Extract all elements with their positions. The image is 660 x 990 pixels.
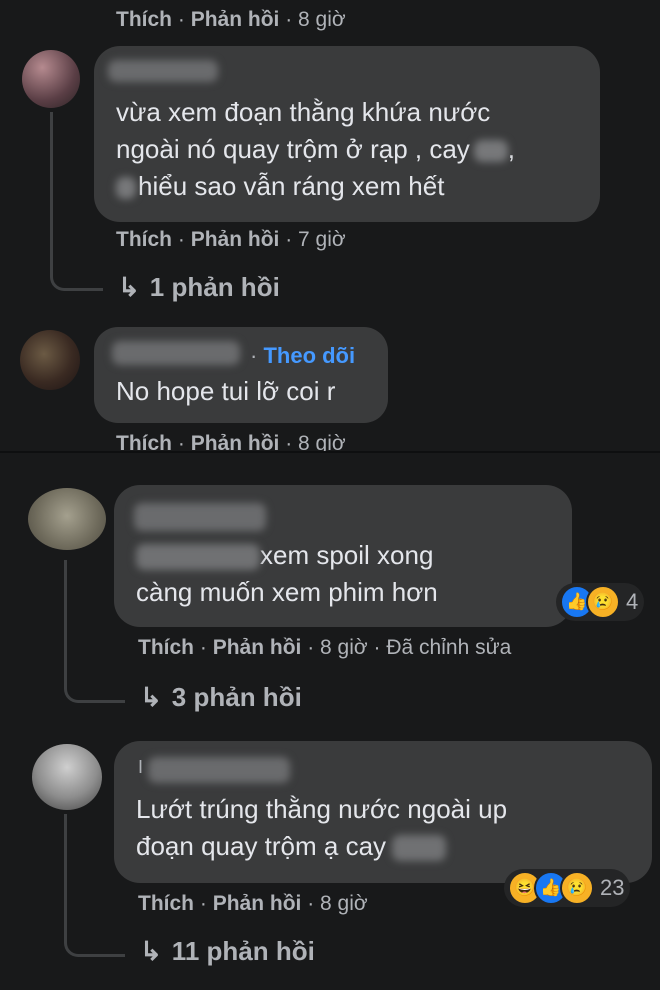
- blurred-username: [148, 757, 290, 783]
- like-link[interactable]: Thích: [138, 892, 194, 915]
- comment-text: vừa xem đoạn thằng khứa nước ngoài nó qu…: [116, 97, 516, 201]
- reaction-summary[interactable]: 👍 😢 4: [556, 583, 645, 621]
- separator-dot: ·: [307, 636, 315, 659]
- like-link[interactable]: Thích: [116, 8, 172, 31]
- reply-link[interactable]: Phản hồi: [213, 892, 302, 915]
- separator-dot: ·: [177, 8, 185, 31]
- avatar[interactable]: [22, 50, 80, 108]
- like-link[interactable]: Thích: [116, 228, 172, 251]
- blurred-username: [108, 60, 218, 82]
- comment-actions: Thích · Phản hồi · 8 giờ: [138, 892, 368, 916]
- thread-line: [64, 814, 125, 957]
- blurred-username: [134, 503, 266, 531]
- separator-dot: ·: [177, 228, 185, 251]
- avatar[interactable]: [32, 744, 102, 810]
- avatar[interactable]: [28, 488, 106, 550]
- edited-label: Đã chỉnh sửa: [386, 636, 512, 659]
- separator-dot: ·: [285, 8, 293, 31]
- separator-dot: ·: [177, 432, 185, 452]
- reaction-count: 4: [626, 589, 639, 614]
- separator-dot: ·: [199, 636, 207, 659]
- comment-actions: Thích · Phản hồi · 8 giờ: [116, 432, 346, 452]
- separator-dot: ·: [285, 228, 293, 251]
- sad-reaction-icon: 😢: [560, 871, 594, 905]
- comment-actions: Thích · Phản hồi · 7 giờ: [116, 228, 346, 252]
- view-replies-link[interactable]: ↳ 1 phản hồi: [118, 272, 280, 303]
- separator-dot: ·: [285, 432, 293, 452]
- comment-text: Lướt trúng thằng nước ngoài up đoạn quay…: [136, 794, 508, 862]
- timestamp: 8 giờ: [298, 8, 346, 31]
- comment-actions: Thích · Phản hồi · 8 giờ · Đã chỉnh sửa: [138, 636, 511, 660]
- thread-line: [50, 112, 103, 291]
- thread-line: [64, 560, 125, 703]
- like-link[interactable]: Thích: [116, 432, 172, 452]
- comment-bubble: xem spoil xong càng muốn xem phim hơn: [114, 485, 572, 627]
- reply-link[interactable]: Phản hồi: [213, 636, 302, 659]
- timestamp: 8 giờ: [320, 892, 368, 915]
- separator-dot: ·: [250, 343, 258, 368]
- comment-text: xem spoil xong càng muốn xem phim hơn: [136, 540, 438, 607]
- view-replies-link[interactable]: ↳ 3 phản hồi: [140, 682, 302, 713]
- timestamp: 7 giờ: [298, 228, 346, 251]
- reply-link[interactable]: Phản hồi: [191, 228, 280, 251]
- blurred-username: [112, 341, 240, 365]
- separator-dot: ·: [307, 892, 315, 915]
- separator-dot: ·: [199, 892, 207, 915]
- follow-link[interactable]: · Theo dõi: [250, 343, 355, 369]
- comment-bubble: I Lướt trúng thằng nước ngoài up đoạn qu…: [114, 741, 652, 883]
- sad-reaction-icon: 😢: [586, 585, 620, 619]
- timestamp: 8 giờ: [298, 432, 346, 452]
- avatar[interactable]: [20, 330, 80, 390]
- reply-link[interactable]: Phản hồi: [191, 8, 280, 31]
- comment-bubble: · Theo dõi No hope tui lỡ coi r: [94, 327, 388, 423]
- view-replies-link[interactable]: ↳ 11 phản hồi: [140, 936, 315, 967]
- reply-arrow-icon: ↳: [118, 272, 140, 302]
- timestamp: 8 giờ: [320, 636, 368, 659]
- reply-arrow-icon: ↳: [140, 936, 162, 966]
- reply-link[interactable]: Phản hồi: [191, 432, 280, 452]
- screenshot-seam: [0, 451, 660, 453]
- separator-dot: ·: [373, 636, 381, 659]
- comment-text: No hope tui lỡ coi r: [116, 376, 336, 406]
- like-link[interactable]: Thích: [138, 636, 194, 659]
- username-initial: I: [138, 757, 144, 777]
- reaction-count: 23: [600, 875, 625, 900]
- reply-arrow-icon: ↳: [140, 682, 162, 712]
- reaction-summary[interactable]: 😆 👍 😢 23: [504, 869, 631, 907]
- comment-actions-top: Thích · Phản hồi · 8 giờ: [116, 8, 346, 32]
- comment-bubble: vừa xem đoạn thằng khứa nước ngoài nó qu…: [94, 46, 600, 222]
